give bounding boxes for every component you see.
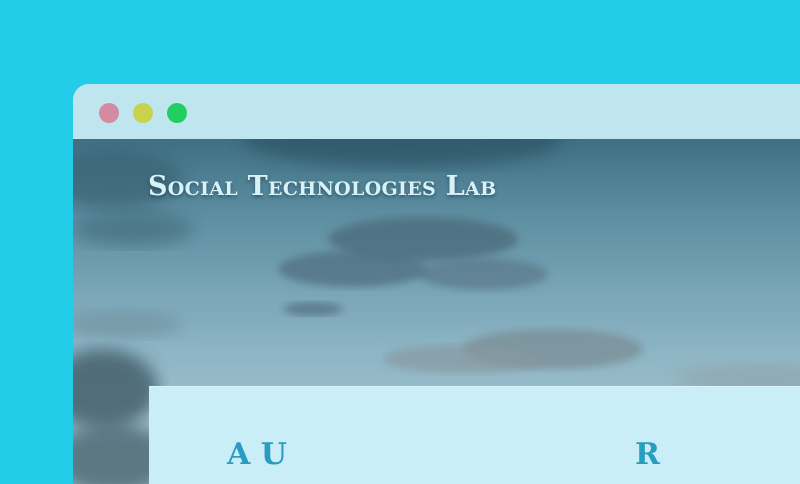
window-titlebar (73, 84, 800, 139)
site-title[interactable]: Social Technologies Lab (148, 171, 496, 202)
cloud (418, 258, 548, 290)
maximize-dot-icon[interactable] (167, 103, 187, 123)
section-heading-left: A U (227, 437, 287, 472)
cloud (73, 349, 158, 429)
browser-window: Social Technologies Lab A U R (73, 84, 800, 484)
cloud (73, 310, 183, 338)
close-dot-icon[interactable] (99, 103, 119, 123)
hero-sky-banner: Social Technologies Lab A U R (73, 139, 800, 484)
cloud (283, 302, 343, 316)
section-heading-right: R (635, 437, 660, 472)
cloud (383, 345, 543, 373)
content-card: A U R (149, 386, 800, 484)
minimize-dot-icon[interactable] (133, 103, 153, 123)
cloud (73, 211, 193, 247)
cloud (278, 251, 428, 287)
cloud (243, 139, 563, 167)
